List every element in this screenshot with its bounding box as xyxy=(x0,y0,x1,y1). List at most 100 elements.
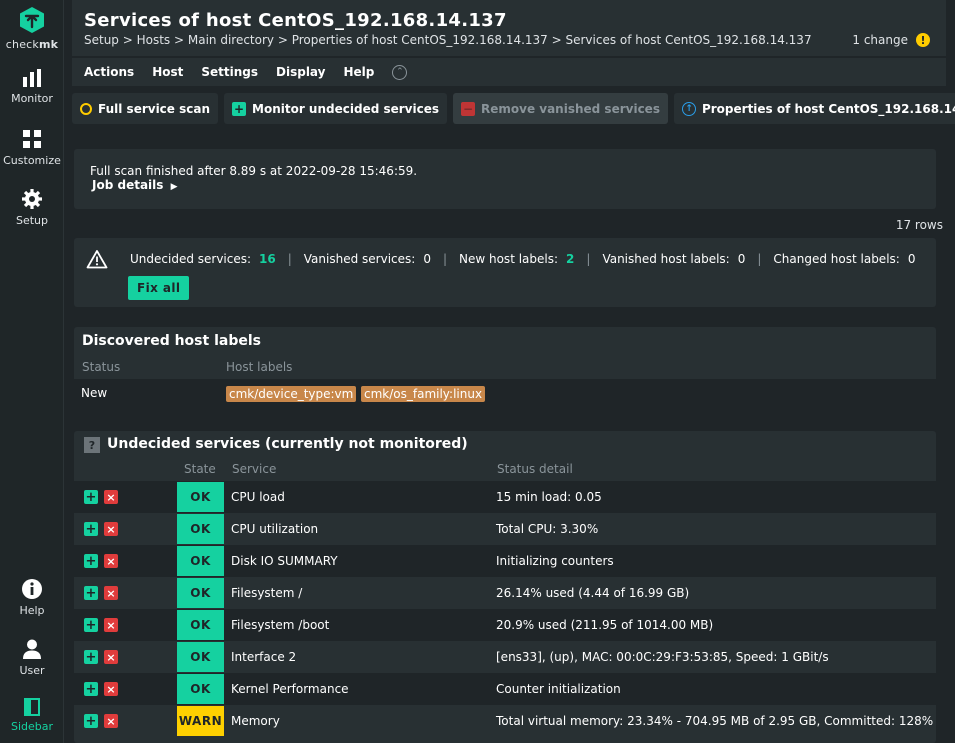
service-state-badge: WARN xyxy=(177,706,224,736)
disable-service-x-icon[interactable]: × xyxy=(104,682,118,696)
changed-host-labels-label: Changed host labels: xyxy=(773,252,900,266)
service-name[interactable]: CPU utilization xyxy=(231,522,318,536)
scan-status-box: Full scan finished after 8.89 s at 2022-… xyxy=(74,149,936,209)
checkmk-logo[interactable]: checkmk xyxy=(0,6,64,51)
job-details-label: Job details xyxy=(92,178,164,192)
minus-icon: − xyxy=(461,101,475,116)
monitor-service-plus-icon[interactable]: + xyxy=(84,650,98,664)
disable-service-x-icon[interactable]: × xyxy=(104,490,118,504)
chevron-up-icon[interactable]: ⌃ xyxy=(392,64,408,80)
service-name[interactable]: Interface 2 xyxy=(231,650,296,664)
nav-monitor[interactable]: Monitor xyxy=(0,68,64,105)
nav-customize[interactable]: Customize xyxy=(0,128,64,167)
monitor-service-plus-icon[interactable]: + xyxy=(84,618,98,632)
monitor-service-plus-icon[interactable]: + xyxy=(84,522,98,536)
pending-changes-label: 1 change xyxy=(852,33,908,47)
service-name[interactable]: Kernel Performance xyxy=(231,682,349,696)
full-service-scan-label: Full service scan xyxy=(98,101,211,116)
monitor-service-plus-icon[interactable]: + xyxy=(84,490,98,504)
fix-all-button[interactable]: Fix all xyxy=(128,276,190,300)
undecided-services-title: Undecided services (currently not monito… xyxy=(107,436,468,452)
nav-help-label: Help xyxy=(19,604,45,617)
monitor-service-plus-icon[interactable]: + xyxy=(84,714,98,728)
row-count: 17 rows xyxy=(895,218,943,232)
new-host-labels-label: New host labels: xyxy=(459,252,559,266)
disable-service-x-icon[interactable]: × xyxy=(104,618,118,632)
discovered-host-labels: Discovered host labels Status Host label… xyxy=(74,327,936,409)
nav-user-label: User xyxy=(19,664,45,677)
table-row: + × OK CPU utilization Total CPU: 3.30% xyxy=(74,513,936,545)
breadcrumb[interactable]: Setup > Hosts > Main directory > Propert… xyxy=(84,33,812,47)
logo-wordmark: checkmk xyxy=(5,38,59,51)
summary-line: Undecided services: 16 | Vanished servic… xyxy=(130,252,915,266)
job-details-link[interactable]: Job details ▶ xyxy=(92,178,178,192)
disable-service-x-icon[interactable]: × xyxy=(104,554,118,568)
separator: | xyxy=(586,252,591,266)
checkmk-logo-icon xyxy=(20,7,44,33)
nav-sidebar[interactable]: Sidebar xyxy=(0,698,64,733)
service-state-badge: OK xyxy=(177,642,224,672)
play-arrow-icon: ▶ xyxy=(170,182,178,192)
table-row: + × OK Filesystem / 26.14% used (4.44 of 16.… xyxy=(74,577,936,609)
menu-actions[interactable]: Actions xyxy=(84,65,134,79)
column-header-host-labels: Host labels xyxy=(226,360,293,374)
scan-message: Full scan finished after 8.89 s at 2022-… xyxy=(90,164,418,178)
service-state-badge: OK xyxy=(177,482,224,512)
nav-user[interactable]: User xyxy=(0,638,64,677)
user-icon xyxy=(23,639,41,659)
main-content: Services of host CentOS_192.168.14.137 S… xyxy=(64,0,955,743)
plus-icon: + xyxy=(232,101,247,116)
service-name[interactable]: Memory xyxy=(231,714,280,728)
monitor-service-plus-icon[interactable]: + xyxy=(84,586,98,600)
separator: | xyxy=(287,252,292,266)
host-properties-button[interactable]: ↑ Properties of host CentOS_192.168.14.1… xyxy=(673,93,955,124)
service-name[interactable]: Filesystem /boot xyxy=(231,618,329,632)
vanished-host-labels-count: 0 xyxy=(737,252,746,266)
vanished-services-label: Vanished services: xyxy=(303,252,416,266)
service-name[interactable]: Disk IO SUMMARY xyxy=(231,554,338,568)
menu-settings[interactable]: Settings xyxy=(201,65,258,79)
service-status-detail: 26.14% used (4.44 of 16.99 GB) xyxy=(496,586,690,600)
remove-vanished-button[interactable]: − Remove vanished services xyxy=(453,93,668,124)
table-row: + × OK CPU load 15 min load: 0.05 xyxy=(74,481,936,513)
nav-help[interactable]: Help xyxy=(0,578,64,617)
host-label-tag[interactable]: cmk/os_family:linux xyxy=(361,386,486,402)
gear-icon xyxy=(22,189,42,209)
menu-display[interactable]: Display xyxy=(276,65,325,79)
full-service-scan-button[interactable]: Full service scan xyxy=(72,93,219,124)
service-status-detail: Total virtual memory: 23.34% - 704.95 MB… xyxy=(496,714,936,728)
nav-setup[interactable]: Setup xyxy=(0,188,64,227)
service-name[interactable]: Filesystem / xyxy=(231,586,302,600)
action-toolbar: Full service scan + Monitor undecided se… xyxy=(72,93,955,125)
column-header-service: Service xyxy=(232,462,277,476)
separator: | xyxy=(442,252,447,266)
monitor-service-plus-icon[interactable]: + xyxy=(84,554,98,568)
menu-help[interactable]: Help xyxy=(344,65,375,79)
host-label-tag[interactable]: cmk/device_type:vm xyxy=(226,386,357,402)
changed-host-labels-count: 0 xyxy=(907,252,916,266)
service-status-detail: Initializing counters xyxy=(496,554,614,568)
nav-monitor-label: Monitor xyxy=(11,92,53,105)
service-name[interactable]: CPU load xyxy=(231,490,285,504)
disable-service-x-icon[interactable]: × xyxy=(104,522,118,536)
separator: | xyxy=(757,252,762,266)
disable-service-x-icon[interactable]: × xyxy=(104,586,118,600)
disable-service-x-icon[interactable]: × xyxy=(104,714,118,728)
service-state-badge: OK xyxy=(177,610,224,640)
service-status-detail: Total CPU: 3.30% xyxy=(496,522,599,536)
service-status-detail: [ens33], (up), MAC: 00:0C:29:F3:53:85, S… xyxy=(496,650,829,664)
discovery-summary: Undecided services: 16 | Vanished servic… xyxy=(74,238,936,307)
bar-chart-icon xyxy=(23,69,41,87)
title-bar: Services of host CentOS_192.168.14.137 S… xyxy=(72,0,946,56)
warning-icon: ! xyxy=(916,33,930,47)
monitor-service-plus-icon[interactable]: + xyxy=(84,682,98,696)
host-label-status: New xyxy=(81,386,108,400)
nav-setup-label: Setup xyxy=(15,214,49,227)
disable-service-x-icon[interactable]: × xyxy=(104,650,118,664)
monitor-undecided-button[interactable]: + Monitor undecided services xyxy=(224,93,447,124)
menu-host[interactable]: Host xyxy=(152,65,183,79)
monitor-undecided-label: Monitor undecided services xyxy=(252,101,439,116)
question-icon[interactable]: ? xyxy=(84,437,100,453)
arrow-up-circle-icon: ↑ xyxy=(681,101,696,116)
pending-changes[interactable]: 1 change ! xyxy=(852,33,930,47)
